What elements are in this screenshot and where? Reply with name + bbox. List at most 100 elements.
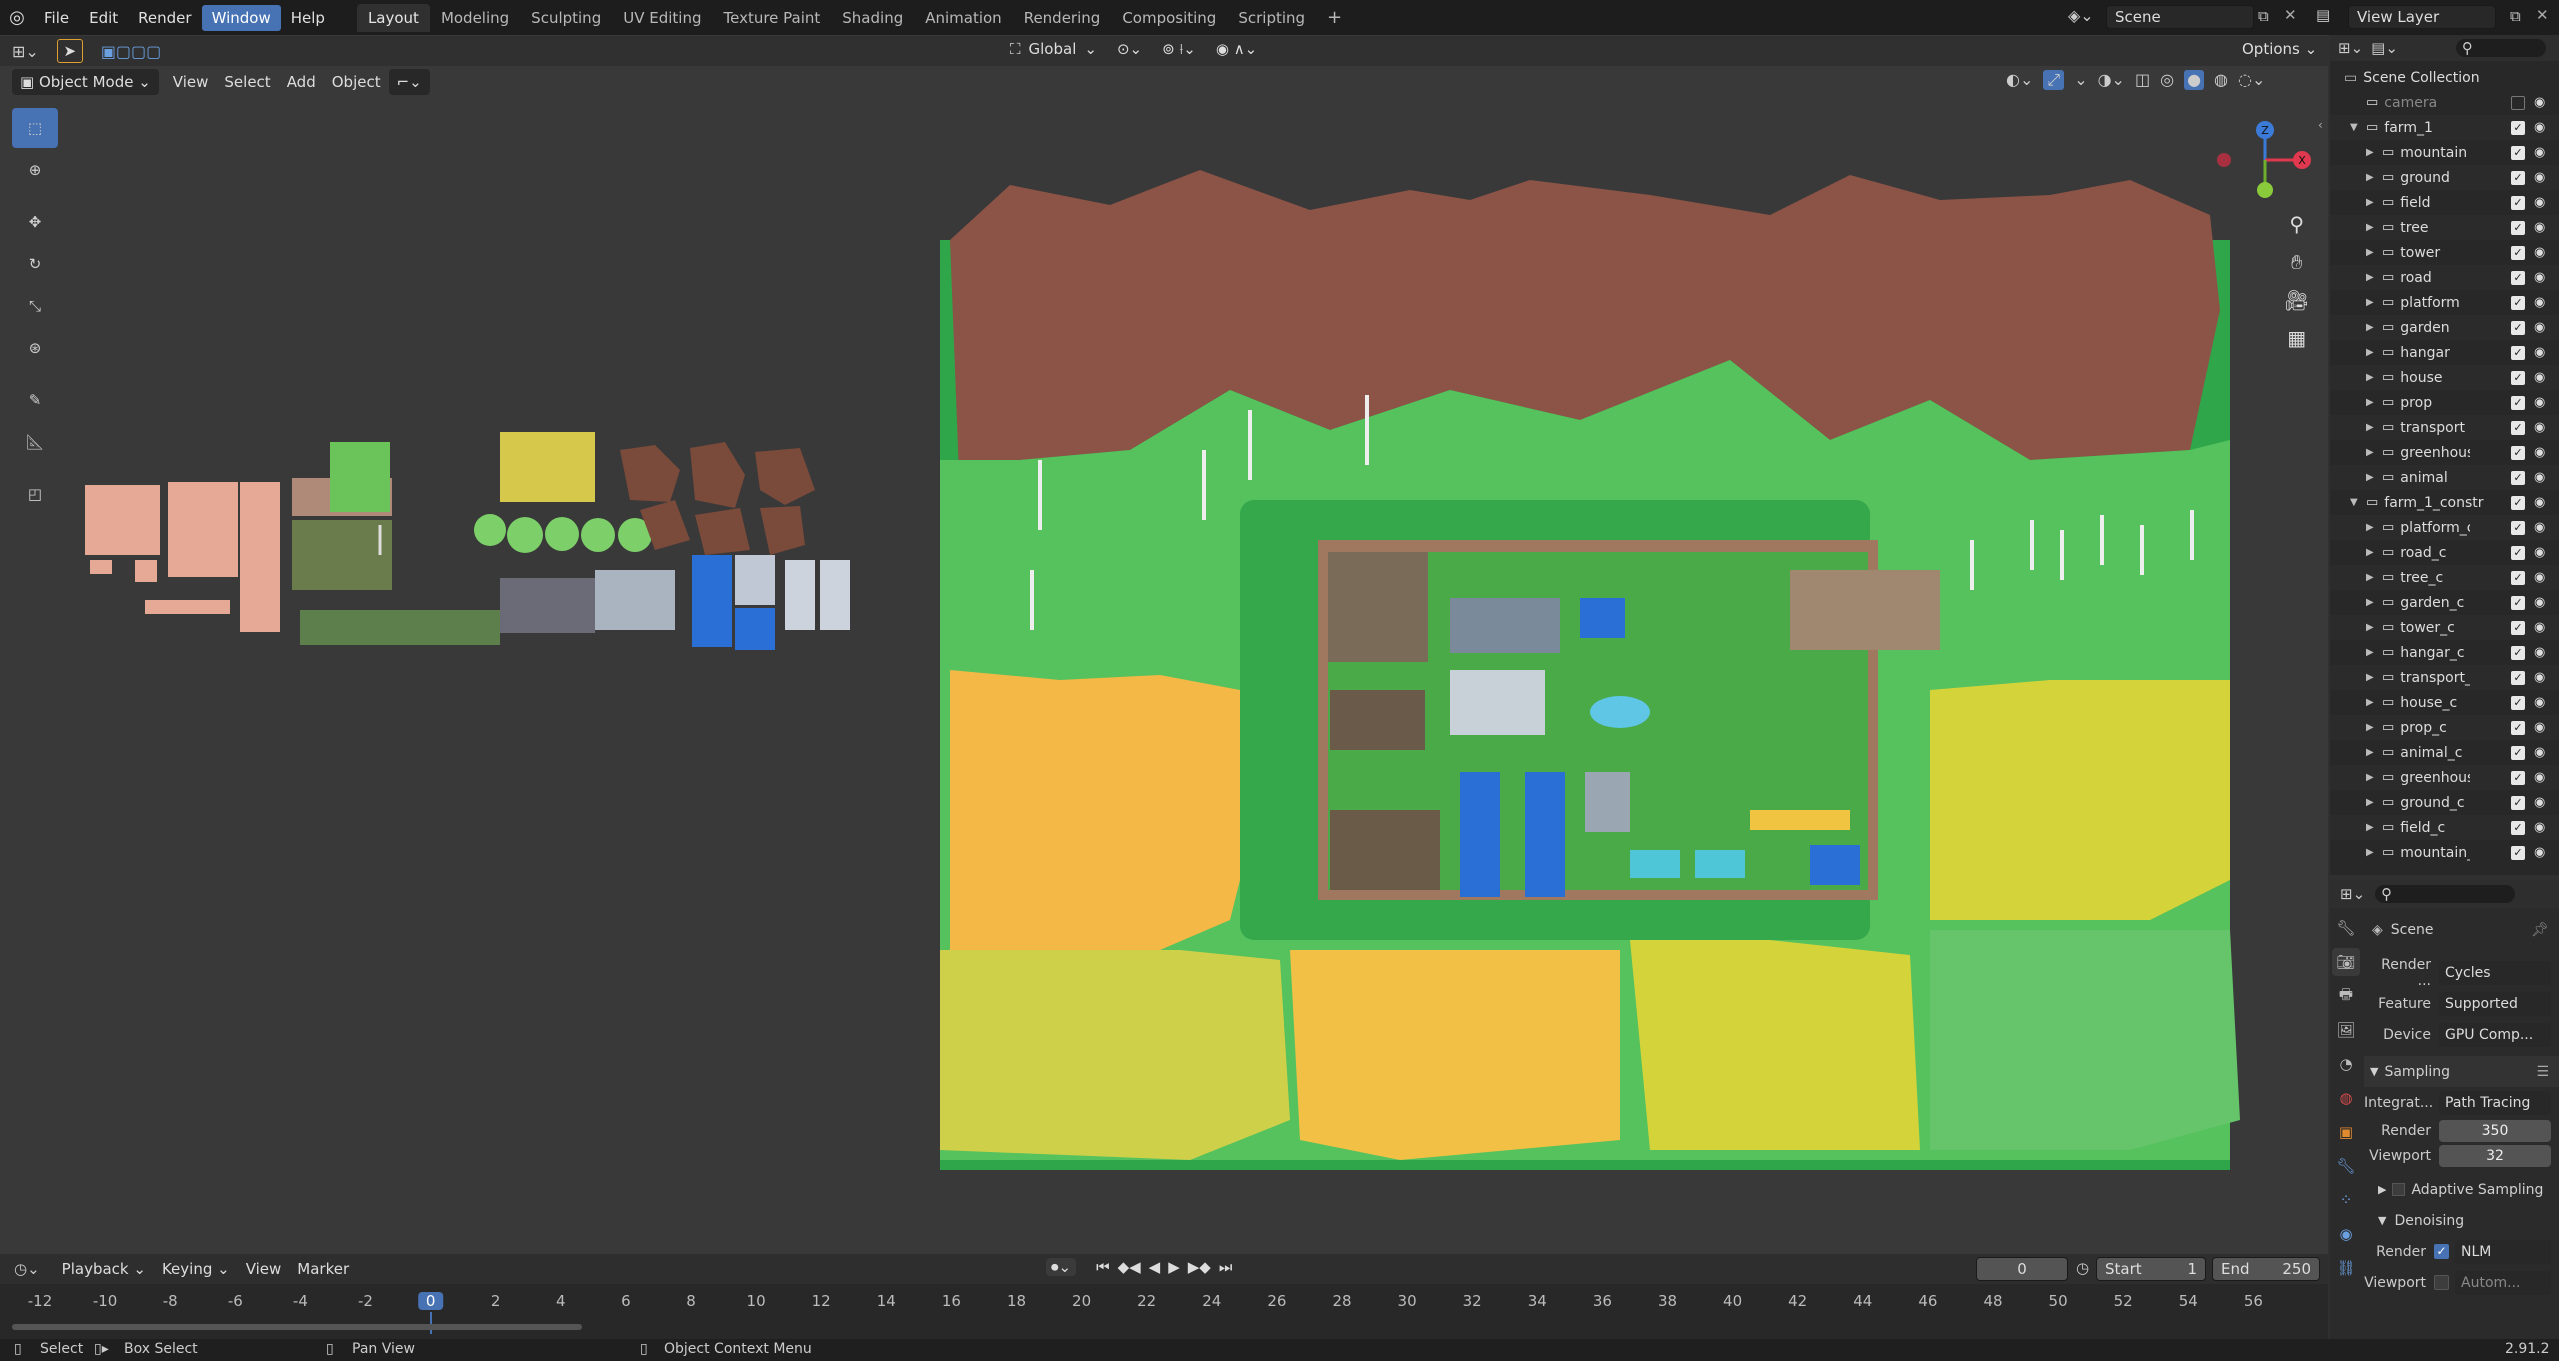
- visibility-eye-icon[interactable]: ◉: [2534, 145, 2545, 160]
- active-tool-icon[interactable]: ➤: [56, 39, 83, 63]
- outliner-item[interactable]: ▶ ▭ tower ✓ ◉: [2330, 240, 2559, 265]
- properties-search-icon[interactable]: ⚲: [2375, 885, 2516, 903]
- exclude-checkbox[interactable]: ✓: [2511, 195, 2525, 210]
- zoom-icon[interactable]: ⚲: [2289, 212, 2304, 236]
- visibility-eye-icon[interactable]: ◉: [2534, 345, 2545, 360]
- pan-hand-icon[interactable]: ✋︎: [2291, 250, 2302, 274]
- view-layer-icon[interactable]: ▤: [2316, 6, 2330, 24]
- denoise-render-dropdown[interactable]: NLM: [2455, 1239, 2551, 1264]
- outliner-item[interactable]: ▶ ▭ tower_c ✓ ◉: [2330, 615, 2559, 640]
- expanded-arrow-icon[interactable]: ▼: [2350, 497, 2364, 508]
- menu-render[interactable]: Render: [128, 5, 201, 31]
- render-samples-field[interactable]: 350: [2439, 1119, 2551, 1142]
- display-mode-icon[interactable]: ▤⌄: [2371, 39, 2398, 57]
- pivot-icon[interactable]: ⊙⌄: [1117, 40, 1142, 58]
- blender-logo-icon[interactable]: ◎: [0, 7, 34, 28]
- exclude-checkbox[interactable]: ✓: [2511, 720, 2525, 735]
- collapsed-arrow-icon[interactable]: ▶: [2366, 197, 2380, 208]
- material-shading-icon[interactable]: ◍: [2214, 70, 2228, 90]
- add-cube-tool-icon[interactable]: ◰: [12, 474, 58, 514]
- visibility-eye-icon[interactable]: ◉: [2534, 95, 2545, 110]
- collapsed-arrow-icon[interactable]: ▶: [2366, 622, 2380, 633]
- visibility-eye-icon[interactable]: ◉: [2534, 545, 2545, 560]
- exclude-checkbox[interactable]: ✓: [2511, 695, 2525, 710]
- output-tab-icon[interactable]: 🖶: [2332, 982, 2360, 1010]
- collapsed-arrow-icon[interactable]: ▶: [2366, 822, 2380, 833]
- outliner-item[interactable]: ▶ ▭ road_c ✓ ◉: [2330, 540, 2559, 565]
- tab-scripting[interactable]: Scripting: [1227, 4, 1316, 32]
- farm-scene[interactable]: [930, 160, 2260, 1180]
- exclude-checkbox[interactable]: ✓: [2511, 845, 2525, 860]
- collapsed-arrow-icon[interactable]: ▶: [2366, 647, 2380, 658]
- outliner-editor-icon[interactable]: ⊞⌄: [2338, 39, 2363, 57]
- view-layer-tab-icon[interactable]: 🖼︎: [2332, 1016, 2360, 1044]
- exclude-checkbox[interactable]: ✓: [2511, 345, 2525, 360]
- gizmo-dropdown-icon[interactable]: ⌄: [2074, 70, 2087, 90]
- transform-orientation[interactable]: ⛶ Global ⌄ ⊙⌄ ⊚ ⟊⌄ ◉ ∧⌄: [1010, 40, 1257, 58]
- visibility-eye-icon[interactable]: ◉: [2534, 745, 2545, 760]
- visibility-eye-icon[interactable]: ◉: [2534, 470, 2545, 485]
- collapsed-arrow-icon[interactable]: ▶: [2366, 547, 2380, 558]
- exclude-checkbox[interactable]: ✓: [2511, 245, 2525, 260]
- outliner-item[interactable]: ▶ ▭ tree ✓ ◉: [2330, 215, 2559, 240]
- exclude-checkbox[interactable]: ✓: [2511, 170, 2525, 185]
- exclude-checkbox[interactable]: ✓: [2511, 495, 2525, 510]
- exclude-checkbox[interactable]: ✓: [2511, 320, 2525, 335]
- collapsed-arrow-icon[interactable]: ▶: [2366, 447, 2380, 458]
- options-button[interactable]: Options ⌄: [2242, 40, 2317, 58]
- tab-layout[interactable]: Layout: [356, 3, 430, 32]
- collapsed-arrow-icon[interactable]: ▶: [2366, 322, 2380, 333]
- device-dropdown[interactable]: GPU Comp...: [2439, 1022, 2551, 1047]
- visibility-eye-icon[interactable]: ◉: [2534, 120, 2545, 135]
- ortho-grid-icon[interactable]: ▦: [2287, 326, 2306, 350]
- exclude-checkbox[interactable]: ✓: [2511, 620, 2525, 635]
- presets-icon[interactable]: ☰: [2536, 1064, 2549, 1080]
- measure-tool-icon[interactable]: 📐︎: [12, 422, 58, 462]
- outliner-item[interactable]: ▶ ▭ transport ✓ ◉: [2330, 415, 2559, 440]
- selection-mode-icon[interactable]: ▣▢▢▢: [101, 42, 161, 61]
- current-frame-indicator[interactable]: 0: [417, 1292, 444, 1310]
- new-scene-icon[interactable]: ⧉: [2258, 7, 2269, 25]
- outliner-item[interactable]: ▶ ▭ greenhous ✓ ◉: [2330, 440, 2559, 465]
- collapsed-arrow-icon[interactable]: ▶: [2366, 672, 2380, 683]
- snap-icon[interactable]: ⊚ ⟊⌄: [1162, 40, 1196, 58]
- exclude-checkbox[interactable]: ✓: [2511, 445, 2525, 460]
- menu-edit[interactable]: Edit: [79, 5, 128, 31]
- exclude-checkbox[interactable]: ✓: [2511, 570, 2525, 585]
- particles-tab-icon[interactable]: ⁘: [2332, 1186, 2360, 1214]
- integrator-dropdown[interactable]: Path Tracing: [2439, 1090, 2551, 1115]
- menu-file[interactable]: File: [34, 5, 79, 31]
- properties-editor-icon[interactable]: ⊞⌄: [2340, 885, 2365, 903]
- exclude-checkbox[interactable]: ✓: [2511, 220, 2525, 235]
- outliner-item[interactable]: ▶ ▭ animal_c ✓ ◉: [2330, 740, 2559, 765]
- collapsed-arrow-icon[interactable]: ▶: [2366, 397, 2380, 408]
- exclude-checkbox[interactable]: ✓: [2511, 145, 2525, 160]
- outliner-item[interactable]: ▶ ▭ garden ✓ ◉: [2330, 315, 2559, 340]
- menu-object[interactable]: Object: [324, 69, 389, 95]
- exclude-checkbox[interactable]: ✓: [2511, 820, 2525, 835]
- render-tab-icon[interactable]: 📷︎: [2332, 948, 2360, 976]
- visibility-eye-icon[interactable]: ◉: [2534, 795, 2545, 810]
- exclude-checkbox[interactable]: ✓: [2511, 370, 2525, 385]
- tab-sculpting[interactable]: Sculpting: [520, 4, 612, 32]
- transform-icon[interactable]: ⌐⌄: [388, 69, 430, 95]
- visibility-eye-icon[interactable]: ◉: [2534, 595, 2545, 610]
- menu-window[interactable]: Window: [201, 4, 281, 31]
- tab-rendering[interactable]: Rendering: [1013, 4, 1112, 32]
- visibility-eye-icon[interactable]: ◉: [2534, 195, 2545, 210]
- collapsed-arrow-icon[interactable]: ▶: [2366, 747, 2380, 758]
- exclude-checkbox[interactable]: ✓: [2511, 420, 2525, 435]
- exclude-checkbox[interactable]: ✓: [2511, 270, 2525, 285]
- outliner-item[interactable]: ▶ ▭ garden_c ✓ ◉: [2330, 590, 2559, 615]
- asset-library-objects[interactable]: [80, 430, 860, 665]
- feature-set-dropdown[interactable]: Supported: [2439, 991, 2551, 1016]
- outliner-item[interactable]: ▶ ▭ road ✓ ◉: [2330, 265, 2559, 290]
- constraints-tab-icon[interactable]: ⛓︎: [2332, 1254, 2360, 1282]
- outliner-item[interactable]: ▶ ▭ mountain ✓ ◉: [2330, 140, 2559, 165]
- solid-shading-icon[interactable]: ●: [2184, 70, 2205, 90]
- collapsed-arrow-icon[interactable]: ▶: [2366, 697, 2380, 708]
- collapsed-arrow-icon[interactable]: ▶: [2366, 522, 2380, 533]
- exclude-checkbox[interactable]: ✓: [2511, 795, 2525, 810]
- sampling-panel-header[interactable]: ▼ Sampling ☰: [2364, 1056, 2559, 1087]
- collapsed-arrow-icon[interactable]: ▶: [2366, 147, 2380, 158]
